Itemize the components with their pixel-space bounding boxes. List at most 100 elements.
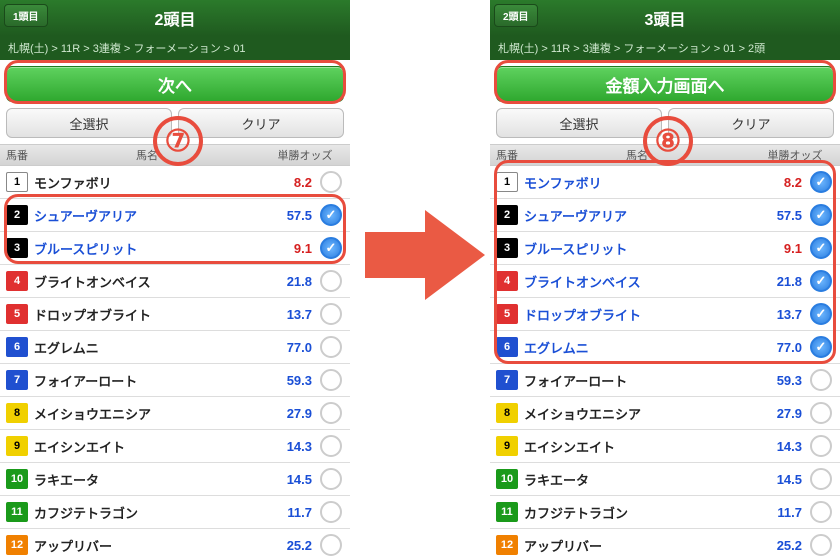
horse-row[interactable]: 9 エイシンエイト14.3 bbox=[0, 430, 350, 463]
horse-row[interactable]: 10ラキエータ14.5 bbox=[0, 463, 350, 496]
horse-number: 10 bbox=[6, 469, 28, 489]
select-checkbox[interactable] bbox=[810, 303, 832, 325]
horse-row[interactable]: 12アップリバー25.2 bbox=[490, 529, 840, 560]
horse-odds: 11.7 bbox=[262, 505, 312, 520]
horse-row[interactable]: 10 ラキエータ14.5 bbox=[490, 463, 840, 496]
horse-row[interactable]: 6エグレムニ77.0 bbox=[0, 331, 350, 364]
select-checkbox[interactable] bbox=[810, 237, 832, 259]
horse-row[interactable]: 7フォイアーロート59.3 bbox=[490, 364, 840, 397]
horse-list[interactable]: 1モンファボリ8.22シュアーヴアリア57.53ブルースピリット9.14ブライト… bbox=[490, 166, 840, 560]
horse-row[interactable]: 3ブルースピリット9.1 bbox=[490, 232, 840, 265]
horse-odds: 25.2 bbox=[262, 538, 312, 553]
horse-number: 7 bbox=[6, 370, 28, 390]
horse-row[interactable]: 1モンファボリ8.2 bbox=[490, 166, 840, 199]
select-checkbox[interactable] bbox=[320, 303, 342, 325]
select-checkbox[interactable] bbox=[810, 435, 832, 457]
horse-row[interactable]: 2シュアーヴアリア57.5 bbox=[0, 199, 350, 232]
select-checkbox[interactable] bbox=[320, 204, 342, 226]
horse-row[interactable]: 4ブライトオンベイス21.8 bbox=[0, 265, 350, 298]
select-checkbox[interactable] bbox=[810, 369, 832, 391]
horse-number: 3 bbox=[6, 238, 28, 258]
horse-name: エグレムニ bbox=[34, 338, 262, 357]
horse-odds: 59.3 bbox=[752, 373, 802, 388]
select-checkbox[interactable] bbox=[810, 270, 832, 292]
header: 1頭目 2頭目 bbox=[0, 0, 350, 36]
horse-odds: 14.3 bbox=[752, 439, 802, 454]
select-checkbox[interactable] bbox=[320, 336, 342, 358]
horse-number: 2 bbox=[496, 205, 518, 225]
horse-name: フォイアーロート bbox=[524, 371, 752, 390]
select-checkbox[interactable] bbox=[320, 171, 342, 193]
horse-name: モンファボリ bbox=[524, 173, 752, 192]
horse-name: エイシンエイト bbox=[34, 437, 262, 456]
horse-row[interactable]: 1モンファボリ8.2 bbox=[0, 166, 350, 199]
horse-row[interactable]: 7フォイアーロート59.3 bbox=[0, 364, 350, 397]
select-checkbox[interactable] bbox=[320, 435, 342, 457]
horse-odds: 27.9 bbox=[752, 406, 802, 421]
horse-number: 9 bbox=[6, 436, 28, 456]
horse-odds: 8.2 bbox=[262, 175, 312, 190]
back-button[interactable]: 1頭目 bbox=[4, 4, 48, 27]
horse-odds: 21.8 bbox=[262, 274, 312, 289]
horse-name: ラキエータ bbox=[34, 470, 262, 489]
horse-row[interactable]: 2シュアーヴアリア57.5 bbox=[490, 199, 840, 232]
horse-odds: 27.9 bbox=[262, 406, 312, 421]
horse-odds: 13.7 bbox=[752, 307, 802, 322]
select-checkbox[interactable] bbox=[320, 501, 342, 523]
col-odds: 単勝オッズ bbox=[750, 147, 840, 163]
horse-name: シュアーヴアリア bbox=[34, 206, 262, 225]
select-checkbox[interactable] bbox=[320, 534, 342, 556]
select-all-button[interactable]: 全選択 bbox=[6, 108, 172, 138]
horse-row[interactable]: 12アップリバー25.2 bbox=[0, 529, 350, 560]
select-checkbox[interactable] bbox=[320, 270, 342, 292]
horse-row[interactable]: 11カフジテトラゴン11.7 bbox=[0, 496, 350, 529]
select-checkbox[interactable] bbox=[810, 402, 832, 424]
horse-row[interactable]: 5ドロップオブライト13.7 bbox=[490, 298, 840, 331]
col-name: 馬名 bbox=[524, 147, 750, 163]
column-header: 馬番 馬名 単勝オッズ bbox=[490, 144, 840, 166]
horse-name: ラキエータ bbox=[524, 470, 752, 489]
select-checkbox[interactable] bbox=[810, 204, 832, 226]
horse-row[interactable]: 8メイショウエニシア27.9 bbox=[490, 397, 840, 430]
col-name: 馬名 bbox=[34, 147, 260, 163]
select-checkbox[interactable] bbox=[320, 468, 342, 490]
horse-row[interactable]: 9エイシンエイト14.3 bbox=[490, 430, 840, 463]
horse-number: 5 bbox=[6, 304, 28, 324]
horse-name: ブルースピリット bbox=[524, 239, 752, 258]
select-checkbox[interactable] bbox=[810, 171, 832, 193]
horse-odds: 14.5 bbox=[752, 472, 802, 487]
horse-odds: 13.7 bbox=[262, 307, 312, 322]
back-button[interactable]: 2頭目 bbox=[494, 4, 538, 27]
horse-odds: 57.5 bbox=[752, 208, 802, 223]
horse-row[interactable]: 8メイショウエニシア27.9 bbox=[0, 397, 350, 430]
select-checkbox[interactable] bbox=[320, 237, 342, 259]
horse-odds: 25.2 bbox=[752, 538, 802, 553]
next-button[interactable]: 次へ bbox=[6, 66, 344, 102]
select-checkbox[interactable] bbox=[320, 402, 342, 424]
select-checkbox[interactable] bbox=[320, 369, 342, 391]
horse-list[interactable]: 1モンファボリ8.22シュアーヴアリア57.53ブルースピリット9.14ブライト… bbox=[0, 166, 350, 560]
clear-button[interactable]: クリア bbox=[668, 108, 834, 138]
horse-row[interactable]: 11カフジテトラゴン11.7 bbox=[490, 496, 840, 529]
select-checkbox[interactable] bbox=[810, 501, 832, 523]
horse-row[interactable]: 4ブライトオンベイス21.8 bbox=[490, 265, 840, 298]
horse-odds: 14.3 bbox=[262, 439, 312, 454]
select-checkbox[interactable] bbox=[810, 336, 832, 358]
horse-number: 1 bbox=[496, 172, 518, 192]
select-all-button[interactable]: 全選択 bbox=[496, 108, 662, 138]
select-checkbox[interactable] bbox=[810, 534, 832, 556]
amount-input-button[interactable]: 金額入力画面へ bbox=[496, 66, 834, 102]
horse-number: 11 bbox=[496, 502, 518, 522]
horse-number: 10 bbox=[496, 469, 518, 489]
horse-number: 8 bbox=[6, 403, 28, 423]
header: 2頭目 3頭目 bbox=[490, 0, 840, 36]
horse-row[interactable]: 3ブルースピリット9.1 bbox=[0, 232, 350, 265]
horse-odds: 57.5 bbox=[262, 208, 312, 223]
horse-row[interactable]: 5ドロップオブライト13.7 bbox=[0, 298, 350, 331]
clear-button[interactable]: クリア bbox=[178, 108, 344, 138]
horse-name: カフジテトラゴン bbox=[524, 503, 752, 522]
horse-row[interactable]: 6エグレムニ77.0 bbox=[490, 331, 840, 364]
horse-name: モンファボリ bbox=[34, 173, 262, 192]
horse-number: 6 bbox=[6, 337, 28, 357]
select-checkbox[interactable] bbox=[810, 468, 832, 490]
